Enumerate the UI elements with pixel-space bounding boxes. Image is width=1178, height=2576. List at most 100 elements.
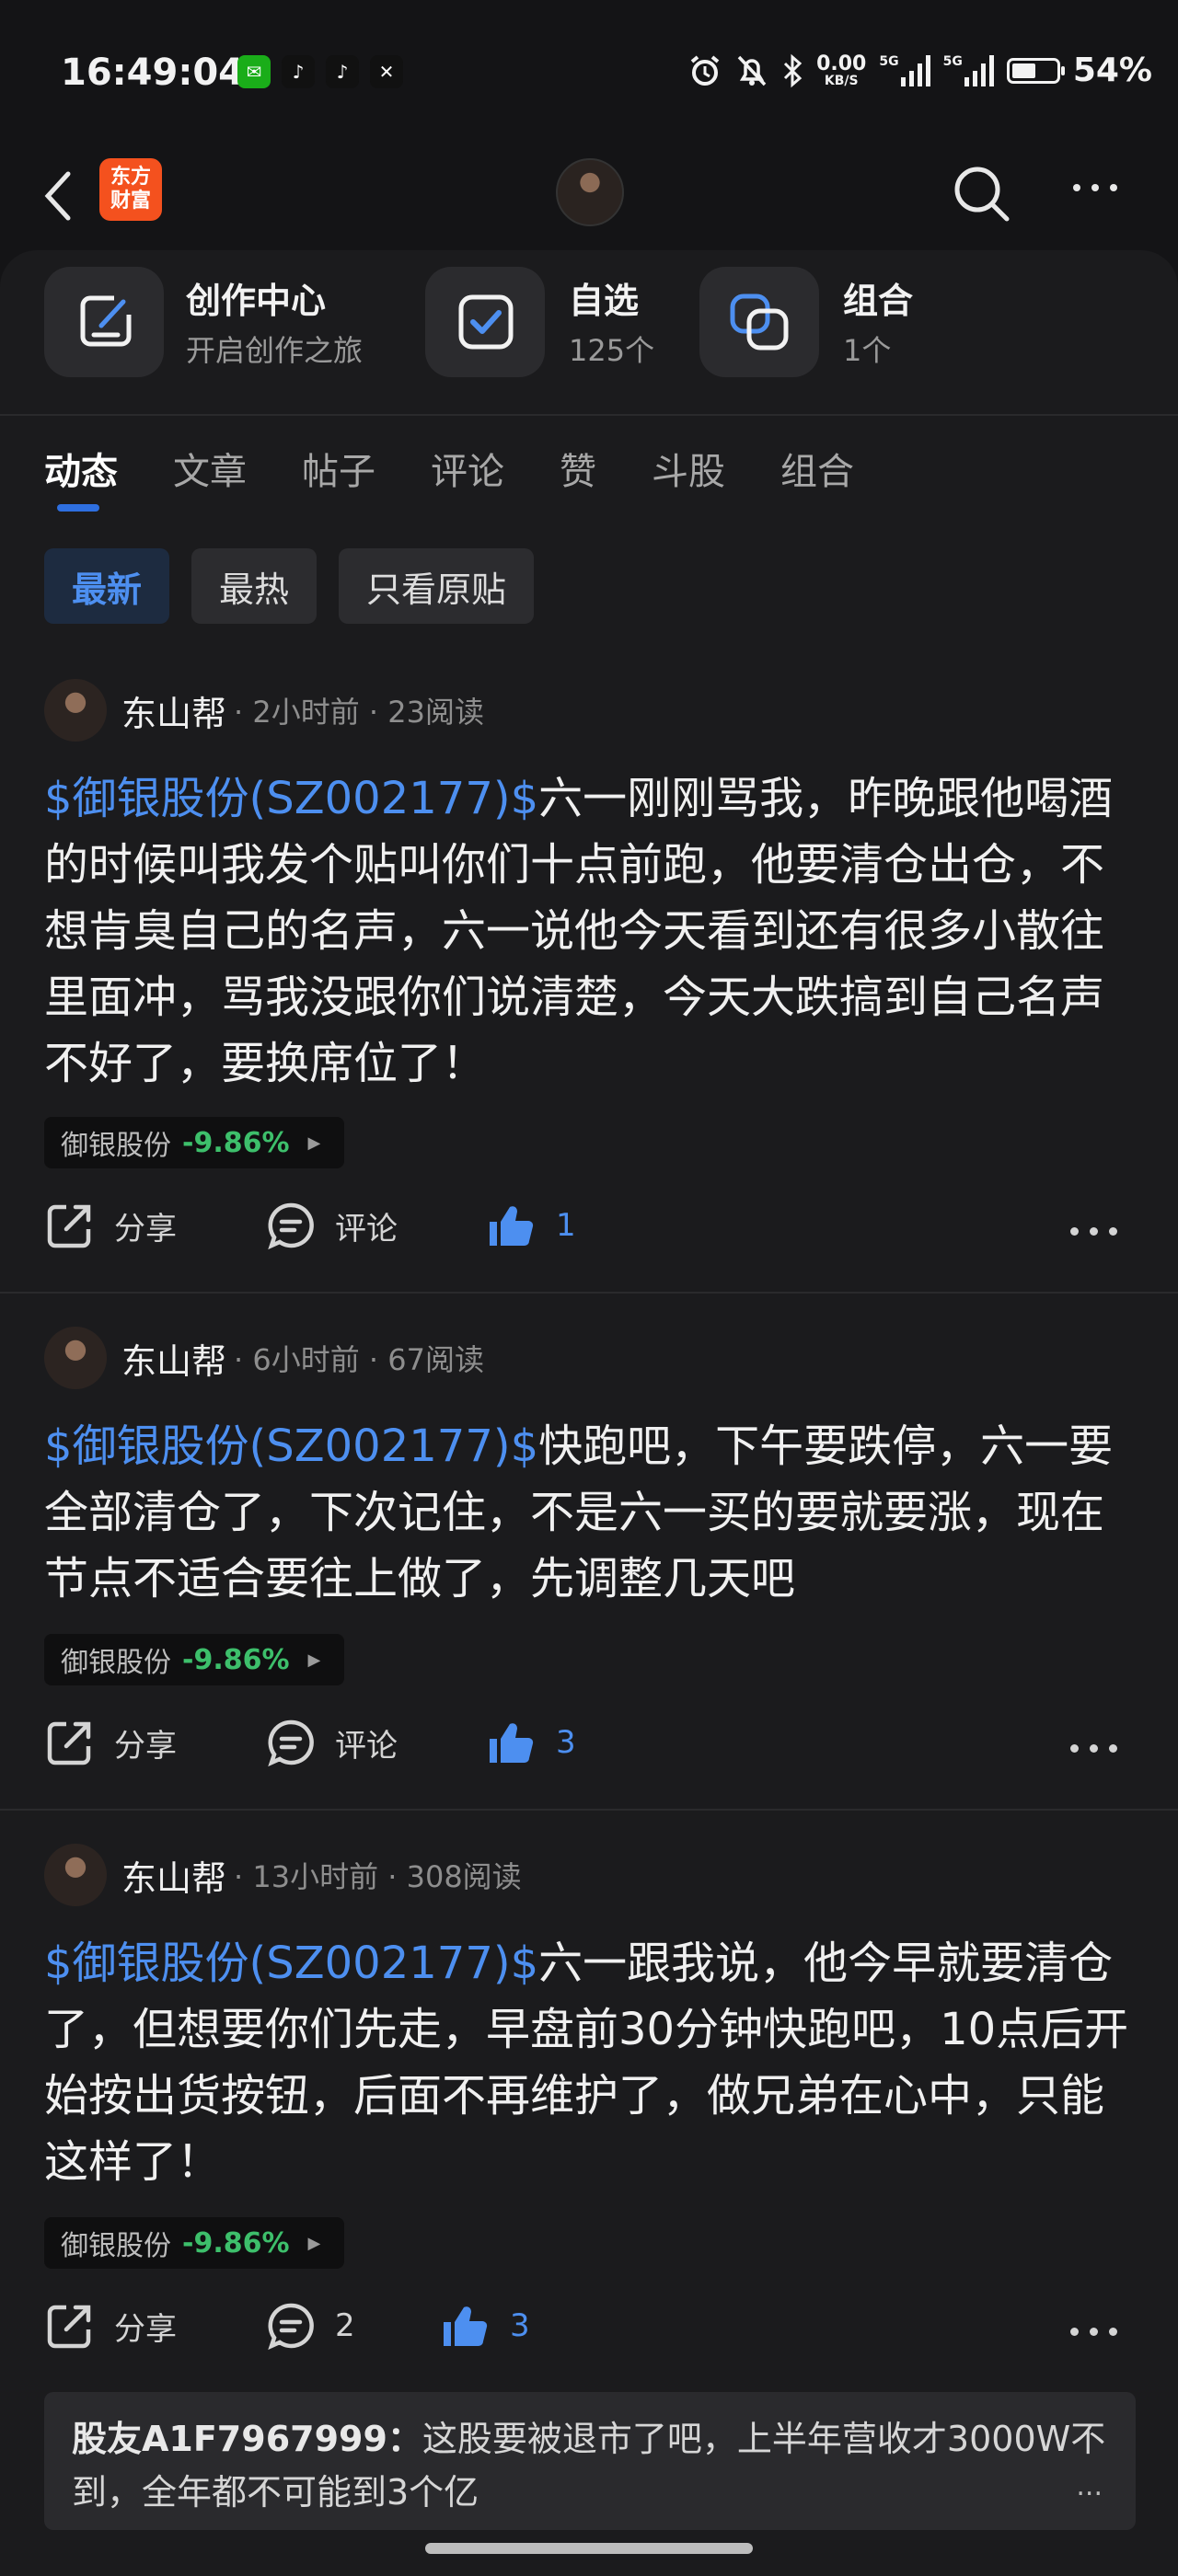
avatar[interactable] — [44, 1844, 107, 1906]
portfolio-count: 1个 — [843, 333, 892, 368]
post-meta: · 13小时前 · 308阅读 — [234, 1859, 522, 1894]
portfolio-icon — [730, 293, 789, 351]
tab-bar: 动态 文章 帖子 评论 赞 斗股 组合 — [44, 442, 909, 495]
author-name[interactable]: 东山帮 — [121, 1333, 226, 1384]
more-options-icon[interactable] — [1070, 2328, 1117, 2336]
net-speed-value: 0.00 — [816, 52, 867, 75]
thumbs-up-icon — [490, 1206, 534, 1246]
filter-original-only[interactable]: 只看原贴 — [339, 548, 535, 624]
stock-tag[interactable]: 御银股份 -9.86% ▶ — [44, 1117, 345, 1168]
comment-button[interactable]: 评论 — [265, 1200, 398, 1251]
net-speed: 0.00 KB/S — [816, 52, 867, 88]
filter-bar: 最新 最热 只看原贴 — [44, 548, 535, 624]
tab-comments[interactable]: 评论 — [431, 442, 504, 495]
signal-1: 5G — [879, 54, 930, 86]
author-name[interactable]: 东山帮 — [121, 685, 226, 736]
app-logo[interactable]: 东方 财富 — [99, 158, 162, 221]
commenter-name[interactable]: 股友A1F7967999： — [72, 2419, 422, 2459]
divider — [0, 414, 1178, 416]
post-meta: · 6小时前 · 67阅读 — [234, 1342, 484, 1377]
tab-posts[interactable]: 帖子 — [302, 442, 375, 495]
portfolio-button[interactable] — [699, 267, 819, 377]
net-speed-unit: KB/S — [824, 73, 859, 88]
notification-icons: ✉ ♪ ♪ ✕ — [237, 55, 403, 88]
creation-center-button[interactable] — [44, 267, 164, 377]
like-button[interactable]: 3 — [440, 2300, 530, 2352]
filter-latest[interactable]: 最新 — [44, 548, 170, 624]
tab-portfolios[interactable]: 组合 — [780, 442, 854, 495]
post-actions: 分享 2 3 — [44, 2300, 1139, 2364]
stock-name: 御银股份 — [61, 1130, 171, 1162]
post-header: 东山帮 · 2小时前 · 23阅读 — [44, 679, 484, 742]
stock-change: -9.86% — [182, 1126, 290, 1159]
comment-more[interactable]: ... — [1076, 2460, 1103, 2513]
more-options-icon[interactable] — [1070, 1744, 1117, 1753]
share-icon — [47, 1721, 91, 1765]
divider — [0, 1809, 1178, 1811]
watchlist-title: 自选 — [569, 281, 640, 321]
author-name[interactable]: 东山帮 — [121, 1850, 226, 1901]
comment-label: 评论 — [335, 1210, 398, 1248]
tab-likes[interactable]: 赞 — [560, 442, 596, 495]
battery-icon — [1006, 57, 1065, 84]
like-button[interactable]: 1 — [486, 1200, 576, 1251]
comment-icon — [268, 2303, 314, 2351]
stock-change: -9.86% — [182, 2226, 290, 2260]
portfolio-title: 组合 — [843, 281, 914, 321]
tab-articles[interactable]: 文章 — [173, 442, 247, 495]
battery-fill — [1011, 63, 1035, 78]
post-text[interactable]: $御银股份(SZ002177)$六一跟我说，他今早就要清仓了，但想要你们先走，早… — [44, 1930, 1139, 2195]
wechat-icon: ✉ — [237, 55, 271, 88]
post-text[interactable]: $御银股份(SZ002177)$快跑吧，下午要跌停，六一要全部清仓了，下次记住，… — [44, 1413, 1139, 1612]
mute-icon — [737, 55, 767, 86]
alarm-icon — [690, 54, 720, 86]
battery-percent: 54% — [1072, 52, 1152, 89]
status-time: 16:49:04 — [61, 52, 244, 94]
creation-center-subtitle: 开启创作之旅 — [186, 333, 364, 368]
back-arrow-icon[interactable] — [40, 164, 77, 228]
share-label: 分享 — [114, 1210, 177, 1248]
like-count: 3 — [510, 2307, 530, 2344]
bluetooth-icon — [784, 53, 803, 87]
play-arrow-icon: ▶ — [307, 2233, 321, 2253]
share-button[interactable]: 分享 — [44, 1717, 177, 1768]
share-button[interactable]: 分享 — [44, 1200, 177, 1251]
comment-button[interactable]: 评论 — [265, 1717, 398, 1768]
checkbox-icon — [458, 294, 514, 350]
tiktok-icon: ♪ — [282, 55, 315, 88]
watchlist-button[interactable] — [425, 267, 545, 377]
filter-hottest[interactable]: 最热 — [191, 548, 318, 624]
share-label: 分享 — [114, 2310, 177, 2348]
thumbs-up-icon — [444, 2306, 488, 2346]
comment-button[interactable]: 2 — [265, 2300, 355, 2352]
like-button[interactable]: 3 — [486, 1717, 576, 1768]
more-icon[interactable] — [1073, 184, 1117, 191]
like-count: 1 — [556, 1207, 576, 1244]
creation-center-title: 创作中心 — [186, 281, 327, 321]
stock-link[interactable]: $御银股份(SZ002177)$ — [44, 1938, 538, 1989]
post-header: 东山帮 · 6小时前 · 67阅读 — [44, 1327, 484, 1389]
tab-feed[interactable]: 动态 — [44, 442, 118, 495]
post-text[interactable]: $御银股份(SZ002177)$六一刚刚骂我，昨晚跟他喝酒的时候叫我发个贴叫你们… — [44, 765, 1139, 1097]
share-icon — [47, 2305, 91, 2349]
stock-link[interactable]: $御银股份(SZ002177)$ — [44, 1420, 538, 1472]
stock-tag[interactable]: 御银股份 -9.86% ▶ — [44, 2217, 345, 2269]
logo-text: 东方 — [110, 166, 151, 189]
search-icon[interactable] — [952, 164, 1012, 224]
status-bar: 16:49:04 ✉ ♪ ♪ ✕ 0.00 KB/S 5G 5G 54% — [0, 0, 1178, 147]
avatar[interactable] — [44, 679, 107, 742]
stock-link[interactable]: $御银股份(SZ002177)$ — [44, 773, 538, 824]
profile-avatar[interactable] — [556, 158, 624, 226]
stock-name: 御银股份 — [61, 1647, 171, 1679]
share-button[interactable]: 分享 — [44, 2300, 177, 2352]
tab-stock-battle[interactable]: 斗股 — [652, 442, 725, 495]
like-count: 3 — [556, 1724, 576, 1761]
comment-count: 2 — [335, 2307, 355, 2344]
capcut-icon: ✕ — [370, 55, 403, 88]
home-indicator[interactable] — [425, 2543, 753, 2554]
watchlist-count: 125个 — [569, 333, 655, 368]
more-options-icon[interactable] — [1070, 1227, 1117, 1236]
stock-tag[interactable]: 御银股份 -9.86% ▶ — [44, 1634, 345, 1685]
avatar[interactable] — [44, 1327, 107, 1389]
comment-preview[interactable]: 股友A1F7967999：这股要被退市了吧，上半年营收才3000W不到，全年都不… — [44, 2392, 1136, 2530]
